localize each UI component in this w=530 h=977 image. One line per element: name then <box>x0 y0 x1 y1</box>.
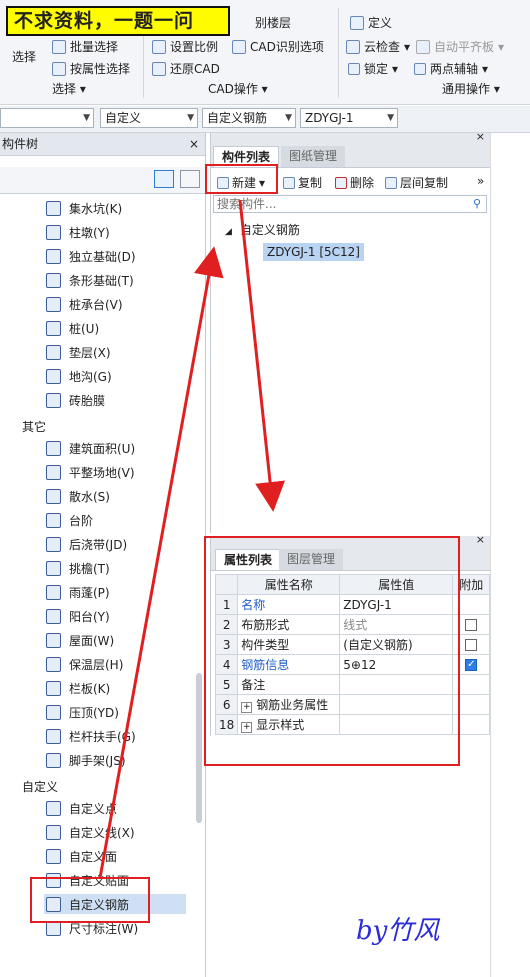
signature: by竹风 <box>356 916 440 946</box>
arrow-to-properties <box>238 199 286 512</box>
annotation-arrows <box>98 199 286 879</box>
arrow-to-new <box>98 246 224 879</box>
